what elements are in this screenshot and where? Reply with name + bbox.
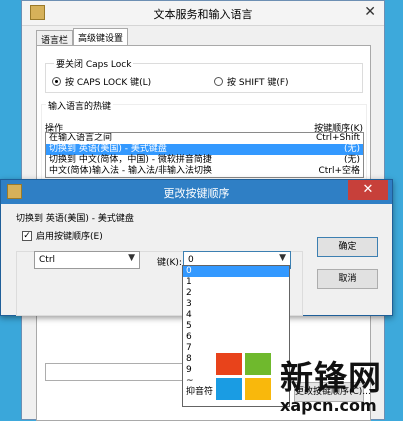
ok-button[interactable]: 确定	[317, 237, 378, 257]
modifier-value: Ctrl	[39, 255, 56, 265]
watermark: 新锋网 xapcn.com	[214, 345, 403, 420]
dropdown-option[interactable]: 4	[183, 310, 289, 321]
dropdown-option[interactable]: 6	[183, 332, 289, 343]
dropdown-option[interactable]: 1	[183, 277, 289, 288]
dialog-title: 更改按键顺序	[163, 187, 230, 200]
list-item-selected[interactable]: 切换到 英语(美国) - 美式键盘 (无)	[46, 144, 363, 155]
dialog-subtitle: 切换到 英语(美国) - 美式键盘	[16, 214, 134, 224]
chevron-down-icon: ▼	[279, 253, 286, 263]
radio-shift-key[interactable]: 按 SHIFT 键(F)	[214, 75, 289, 88]
dropdown-option[interactable]: 0	[183, 266, 289, 277]
radio-unselected-icon	[214, 77, 223, 86]
caps-lock-group-title: 要关闭 Caps Lock	[54, 57, 134, 70]
enable-key-sequence-checkbox[interactable]: ✓ 启用按键顺序(E)	[22, 229, 103, 242]
cancel-button[interactable]: 取消	[317, 269, 378, 289]
hotkeys-list[interactable]: 在输入语言之间 Ctrl+Shift 切换到 英语(美国) - 美式键盘 (无)…	[45, 132, 364, 178]
caps-lock-group: 要关闭 Caps Lock 按 CAPS LOCK 键(L) 按 SHIFT 键…	[45, 57, 363, 93]
chevron-down-icon: ▼	[128, 253, 135, 263]
watermark-url: xapcn.com	[280, 396, 377, 415]
hotkey-keys: (无)	[343, 155, 360, 165]
enable-key-sequence-label: 启用按键顺序(E)	[36, 232, 103, 242]
list-item[interactable]: 切换到 中文(简体，中国) - 微软拼音简捷 (无)	[46, 155, 363, 166]
windows-logo-icon	[216, 353, 274, 403]
key-value: 0	[188, 255, 194, 265]
hotkey-action: 中文(简体)输入法 - 输入法/非输入法切换	[49, 166, 213, 176]
hotkey-action: 在输入语言之间	[49, 133, 113, 143]
dialog-close-button[interactable]: ✕	[348, 180, 388, 200]
list-item[interactable]: 中文(简体)输入法 - 输入法/非输入法切换 Ctrl+空格	[46, 166, 363, 177]
dropdown-option[interactable]: 3	[183, 299, 289, 310]
dropdown-option[interactable]: 5	[183, 321, 289, 332]
radio-caps-lock-key[interactable]: 按 CAPS LOCK 键(L)	[52, 75, 151, 88]
hotkeys-group-title: 输入语言的热键	[46, 99, 114, 112]
key-label: 键(K):	[157, 258, 182, 268]
window-title: 文本服务和输入语言	[153, 8, 253, 21]
radio-shift-label: 按 SHIFT 键(F)	[227, 78, 289, 88]
radio-selected-icon	[52, 77, 61, 86]
hotkey-action: 切换到 中文(简体，中国) - 微软拼音简捷	[49, 155, 212, 165]
hotkey-keys: (无)	[343, 144, 360, 154]
hotkey-keys: Ctrl+Shift	[315, 133, 360, 143]
tab-language-bar[interactable]: 语言栏	[36, 30, 74, 46]
tab-advanced-key-settings[interactable]: 高级键设置	[73, 28, 129, 46]
window-titlebar: 文本服务和输入语言 ✕	[22, 1, 384, 26]
dialog-titlebar: 更改按键顺序 ✕	[1, 180, 392, 204]
hotkey-action: 切换到 英语(美国) - 美式键盘	[49, 144, 167, 154]
close-icon[interactable]: ✕	[364, 4, 376, 20]
list-item[interactable]: 在输入语言之间 Ctrl+Shift	[46, 133, 363, 144]
watermark-name: 新锋网	[280, 358, 382, 397]
hotkey-keys: Ctrl+空格	[318, 166, 360, 176]
dropdown-option[interactable]: 2	[183, 288, 289, 299]
checkmark-icon: ✓	[22, 230, 32, 241]
modifier-select[interactable]: Ctrl ▼	[34, 251, 140, 269]
radio-caps-lock-label: 按 CAPS LOCK 键(L)	[65, 78, 152, 88]
